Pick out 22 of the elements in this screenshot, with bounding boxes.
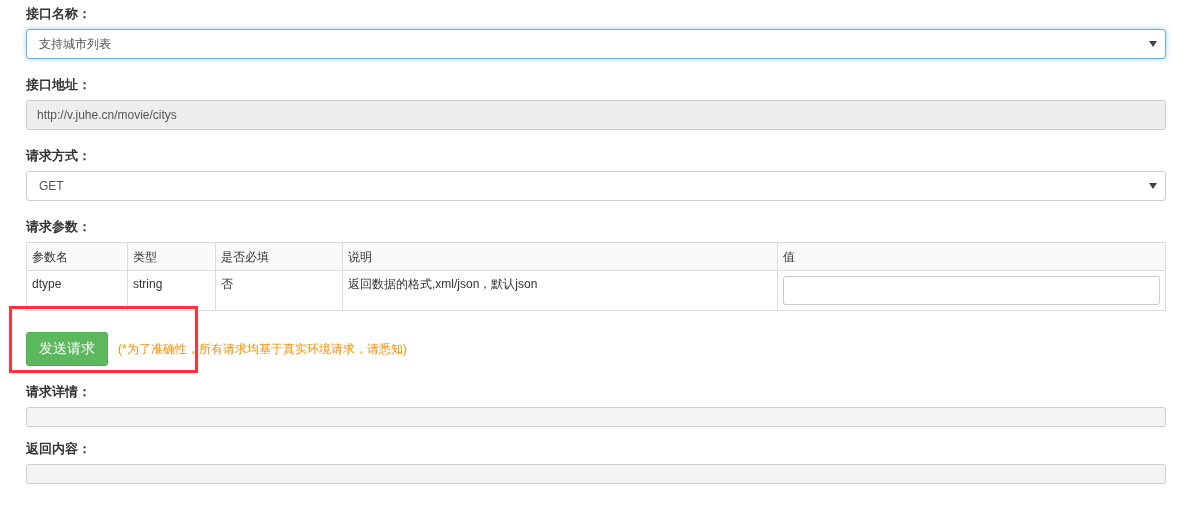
column-header: 参数名 xyxy=(26,242,128,271)
notice-text: (*为了准确性，所有请求均基于真实环境请求，请悉知) xyxy=(118,340,407,358)
table-cell: 否 xyxy=(215,270,343,311)
field-label: 请求方式： xyxy=(26,147,91,165)
field-label: 请求详情： xyxy=(26,383,91,401)
field-label: 接口名称： xyxy=(26,5,91,23)
field-label: 返回内容： xyxy=(26,440,91,458)
table-cell: dtype xyxy=(26,270,128,311)
table-cell: string xyxy=(127,270,216,311)
section-label: 请求参数： xyxy=(26,218,91,236)
field-label: 接口地址： xyxy=(26,76,91,94)
url-field: http://v.juhe.cn/movie/citys xyxy=(26,100,1166,130)
table-cell: 返回数据的格式,xml/json，默认json xyxy=(342,270,778,311)
column-header: 值 xyxy=(777,242,1166,271)
dropdown[interactable]: 支持城市列表 xyxy=(26,29,1166,59)
dropdown[interactable]: GET xyxy=(26,171,1166,201)
column-header: 是否必填 xyxy=(215,242,343,271)
value-input-field[interactable] xyxy=(783,276,1160,305)
caret-icon xyxy=(1149,183,1157,189)
column-header: 类型 xyxy=(127,242,216,271)
caret-icon xyxy=(1149,41,1157,47)
column-header: 说明 xyxy=(342,242,778,271)
